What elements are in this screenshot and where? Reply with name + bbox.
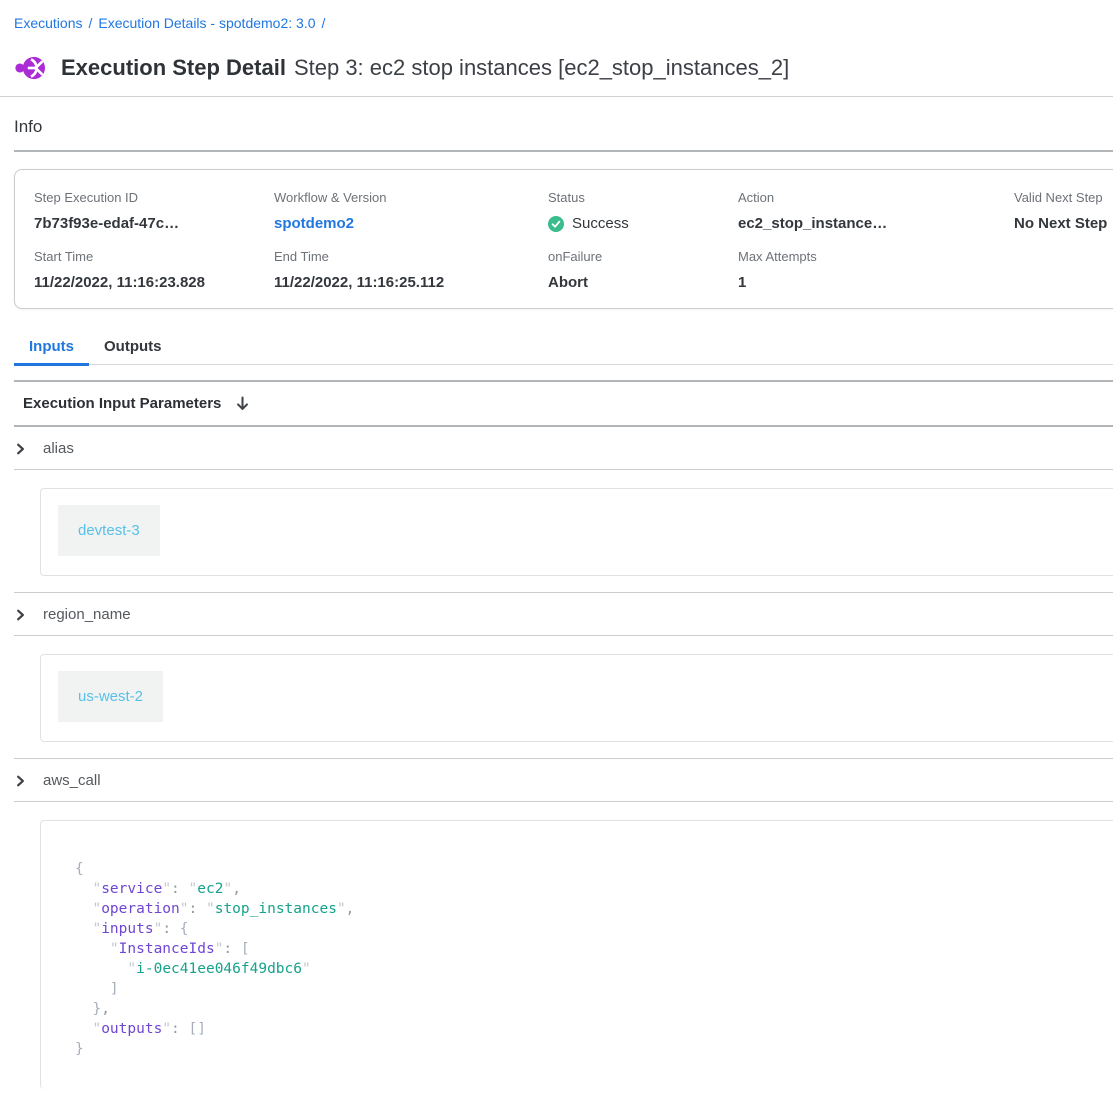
tab-outputs[interactable]: Outputs <box>89 334 177 366</box>
divider <box>0 96 1113 97</box>
field-value: 7b73f93e-edaf-47c… <box>34 215 274 233</box>
info-field: Max Attempts 1 <box>738 249 1014 292</box>
field-label: Max Attempts <box>738 249 1014 265</box>
breadcrumb-separator: / <box>322 15 326 31</box>
info-field: Valid Next Step No Next Step <box>1014 190 1113 233</box>
chevron-right-icon <box>15 608 26 620</box>
section-name: region_name <box>43 606 131 623</box>
info-field: Start Time 11/22/2022, 11:16:23.828 <box>34 249 274 292</box>
section-row-aws_call[interactable]: aws_call <box>0 759 1113 801</box>
breadcrumb-separator: / <box>88 15 92 31</box>
app-logo-icon <box>14 54 48 82</box>
status-text: Success <box>572 215 629 233</box>
chevron-right-icon <box>15 774 26 786</box>
chevron-right-icon <box>15 442 26 454</box>
breadcrumb-link[interactable]: Executions <box>14 15 82 31</box>
field-label: Valid Next Step <box>1014 190 1113 206</box>
section-row-alias[interactable]: alias <box>0 427 1113 469</box>
info-field: Action ec2_stop_instance… <box>738 190 1014 233</box>
tab-bar: InputsOutputs <box>14 334 1113 365</box>
field-label: Workflow & Version <box>274 190 548 206</box>
page-title-main: Execution Step Detail <box>61 55 286 80</box>
field-value: 11/22/2022, 11:16:23.828 <box>34 274 274 292</box>
field-value: 1 <box>738 274 1014 292</box>
params-heading: Execution Input Parameters <box>23 395 221 412</box>
field-value: No Next Step <box>1014 215 1113 233</box>
code-block: { "service": "ec2", "operation": "stop_i… <box>75 859 1113 1059</box>
value-panel: us-west-2 <box>40 654 1113 742</box>
page-header: Execution Step Detail Step 3: ec2 stop in… <box>14 53 1113 83</box>
section-row-region_name[interactable]: region_name <box>0 593 1113 635</box>
tab-inputs[interactable]: Inputs <box>14 334 89 366</box>
success-icon <box>548 216 564 232</box>
info-card: Step Execution ID 7b73f93e-edaf-47c…Workf… <box>14 169 1113 309</box>
field-value: ec2_stop_instance… <box>738 215 1014 233</box>
section-name: aws_call <box>43 772 101 789</box>
info-field: Status Success <box>548 190 738 233</box>
info-field: End Time 11/22/2022, 11:16:25.112 <box>274 249 548 292</box>
value-panel: devtest-3 <box>40 488 1113 576</box>
section-body: { "service": "ec2", "operation": "stop_i… <box>0 802 1113 1105</box>
field-value-link[interactable]: spotdemo2 <box>274 215 548 233</box>
breadcrumb-link[interactable]: Execution Details - spotdemo2: 3.0 <box>98 15 315 31</box>
field-label: End Time <box>274 249 548 265</box>
section-body: us-west-2 <box>0 636 1113 758</box>
field-label: onFailure <box>548 249 738 265</box>
field-label: Start Time <box>34 249 274 265</box>
params-heading-row: Execution Input Parameters <box>0 382 1113 425</box>
page-title: Execution Step Detail Step 3: ec2 stop in… <box>61 54 789 82</box>
value-chip: us-west-2 <box>58 671 163 722</box>
divider <box>14 150 1113 152</box>
field-value-status: Success <box>548 215 738 233</box>
field-label: Action <box>738 190 1014 206</box>
parameter-sections: alias devtest-3 region_name us-west-2 aws_ca… <box>0 427 1113 1105</box>
arrow-down-icon[interactable] <box>236 396 249 412</box>
breadcrumb: Executions / Execution Details - spotdemo2… <box>0 0 1113 32</box>
section-body: devtest-3 <box>0 470 1113 592</box>
info-field: onFailure Abort <box>548 249 738 292</box>
info-heading: Info <box>14 117 1113 137</box>
field-value: Abort <box>548 274 738 292</box>
code-panel: { "service": "ec2", "operation": "stop_i… <box>40 820 1113 1089</box>
field-label: Status <box>548 190 738 206</box>
field-label: Step Execution ID <box>34 190 274 206</box>
info-field: Step Execution ID 7b73f93e-edaf-47c… <box>34 190 274 233</box>
value-chip: devtest-3 <box>58 505 160 556</box>
section-name: alias <box>43 440 74 457</box>
page-title-sub: Step 3: ec2 stop instances [ec2_stop_ins… <box>294 55 789 80</box>
info-field: Workflow & Version spotdemo2 <box>274 190 548 233</box>
field-value: 11/22/2022, 11:16:25.112 <box>274 274 548 292</box>
